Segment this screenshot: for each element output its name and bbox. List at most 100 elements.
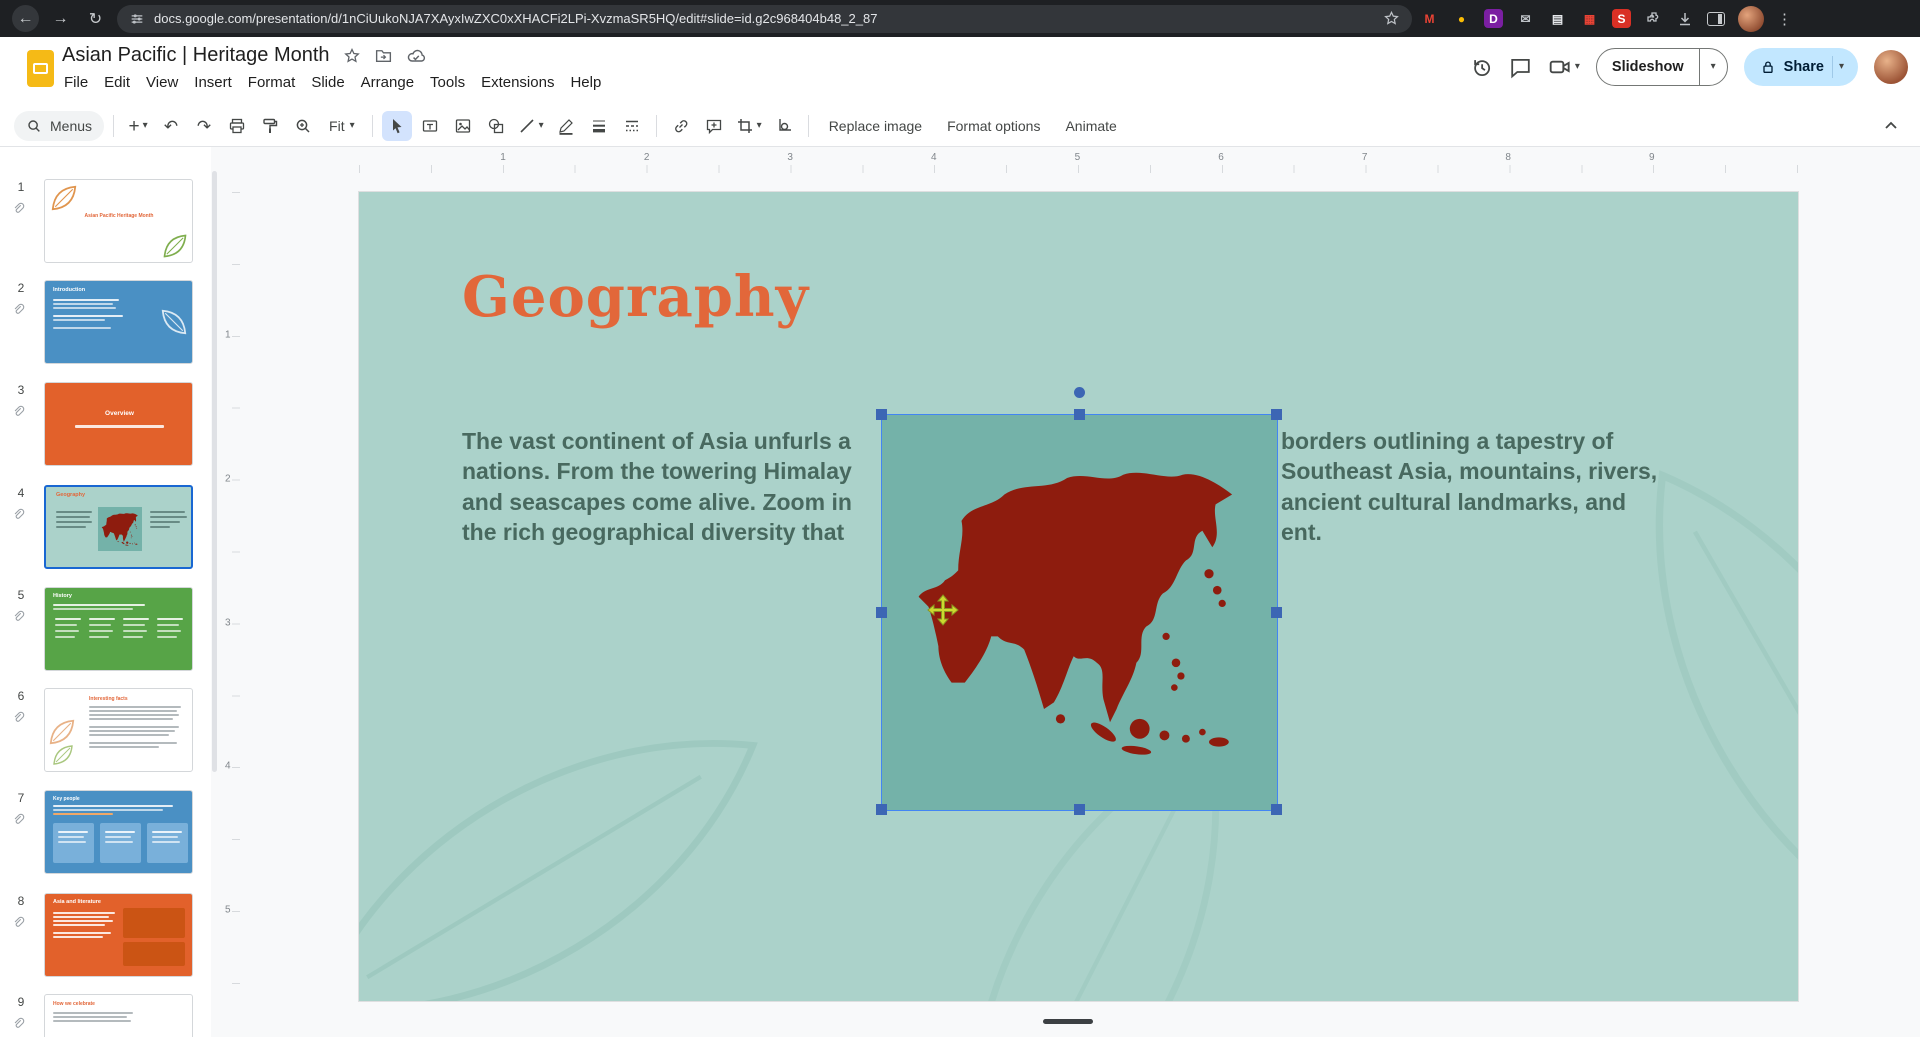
slide-thumbnail-9[interactable]: How we celebrate bbox=[44, 994, 193, 1037]
menu-extensions[interactable]: Extensions bbox=[473, 70, 562, 95]
share-caret-icon[interactable]: ▾ bbox=[1832, 56, 1852, 78]
slide-canvas[interactable]: Geography The vast continent of Asia unf… bbox=[359, 192, 1798, 1001]
browser-profile-avatar[interactable] bbox=[1738, 6, 1764, 32]
animate-button[interactable]: Animate bbox=[1054, 111, 1127, 141]
selection-handle[interactable] bbox=[1271, 409, 1282, 420]
slide-thumbnail-6[interactable]: Interesting facts bbox=[44, 688, 193, 772]
selection-handle[interactable] bbox=[1074, 409, 1085, 420]
menu-view[interactable]: View bbox=[138, 70, 186, 95]
slide-thumbnail-5[interactable]: History bbox=[44, 587, 193, 671]
insert-link-button[interactable] bbox=[666, 111, 696, 141]
extension-icon[interactable]: ● bbox=[1452, 9, 1471, 28]
extension-icon[interactable]: S bbox=[1612, 9, 1631, 28]
slideshow-button[interactable]: Slideshow ▾ bbox=[1596, 48, 1728, 86]
menus-label: Menus bbox=[50, 118, 92, 134]
refresh-button[interactable]: ↻ bbox=[82, 5, 109, 32]
slide-thumbnail-4[interactable]: Geography bbox=[44, 485, 193, 569]
zoom-caret-icon[interactable]: ▾ bbox=[350, 121, 355, 131]
extension-icon[interactable]: ✉ bbox=[1516, 9, 1535, 28]
menu-help[interactable]: Help bbox=[562, 70, 609, 95]
zoom-select[interactable]: Fit▾ bbox=[321, 111, 363, 141]
print-button[interactable] bbox=[222, 111, 252, 141]
extension-icon[interactable]: ▤ bbox=[1548, 9, 1567, 28]
text-box-button[interactable] bbox=[415, 111, 445, 141]
slide-number: 9 bbox=[12, 995, 30, 1009]
select-tool-button[interactable] bbox=[382, 111, 412, 141]
new-slide-caret-icon[interactable]: ▾ bbox=[143, 121, 148, 131]
comments-icon[interactable] bbox=[1509, 56, 1532, 79]
insert-line-button-caret-icon[interactable]: ▾ bbox=[539, 121, 544, 131]
add-comment-button[interactable] bbox=[699, 111, 729, 141]
slide-thumbnail-8[interactable]: Asia and literature bbox=[44, 893, 193, 977]
slide-thumbnail-2[interactable]: Introduction bbox=[44, 280, 193, 364]
menus-search-button[interactable]: Menus bbox=[14, 111, 104, 141]
selected-asia-map-image[interactable] bbox=[882, 415, 1277, 810]
menu-tools[interactable]: Tools bbox=[422, 70, 473, 95]
share-button[interactable]: Share ▾ bbox=[1744, 48, 1858, 86]
menu-arrange[interactable]: Arrange bbox=[353, 70, 422, 95]
slide-row-9: 9 How we celebrate bbox=[0, 994, 211, 1037]
address-bar[interactable]: docs.google.com/presentation/d/1nCiUukoN… bbox=[117, 5, 1412, 33]
back-button[interactable]: ← bbox=[12, 5, 39, 32]
insert-shape-button[interactable] bbox=[481, 111, 511, 141]
mask-image-button[interactable] bbox=[769, 111, 799, 141]
paint-format-button[interactable] bbox=[255, 111, 285, 141]
selection-handle[interactable] bbox=[1271, 607, 1282, 618]
document-title[interactable]: Asian Pacific | Heritage Month bbox=[62, 44, 330, 67]
menu-edit[interactable]: Edit bbox=[96, 70, 138, 95]
menu-file[interactable]: File bbox=[56, 70, 96, 95]
hide-menus-button[interactable] bbox=[1876, 111, 1906, 141]
version-history-icon[interactable] bbox=[1470, 56, 1493, 79]
cloud-saved-icon[interactable] bbox=[406, 46, 426, 66]
border-color-button[interactable] bbox=[551, 111, 581, 141]
forward-button[interactable]: → bbox=[47, 5, 74, 32]
menu-insert[interactable]: Insert bbox=[186, 70, 240, 95]
selection-handle[interactable] bbox=[1074, 804, 1085, 815]
crop-image-button[interactable]: ▾ bbox=[732, 111, 766, 141]
toolbar-divider bbox=[113, 115, 114, 137]
redo-button[interactable]: ↷ bbox=[189, 111, 219, 141]
selection-handle[interactable] bbox=[876, 607, 887, 618]
slide-thumbnail-3[interactable]: Overview bbox=[44, 382, 193, 466]
extension-icon[interactable]: M bbox=[1420, 9, 1439, 28]
new-slide-button[interactable]: +▾ bbox=[123, 111, 153, 141]
extension-icon[interactable]: ▦ bbox=[1580, 9, 1599, 28]
user-avatar[interactable] bbox=[1874, 50, 1908, 84]
insert-line-button[interactable]: ▾ bbox=[514, 111, 548, 141]
extensions-puzzle-icon[interactable] bbox=[1645, 10, 1663, 28]
extension-icon[interactable]: D bbox=[1484, 9, 1503, 28]
star-document-icon[interactable] bbox=[343, 47, 361, 65]
slide-thumbnail-7[interactable]: Key people bbox=[44, 790, 193, 874]
insert-image-button[interactable] bbox=[448, 111, 478, 141]
undo-button[interactable]: ↶ bbox=[156, 111, 186, 141]
crop-image-button-caret-icon[interactable]: ▾ bbox=[757, 121, 762, 131]
downloads-icon[interactable] bbox=[1676, 10, 1694, 28]
site-info-icon[interactable] bbox=[129, 11, 145, 27]
slideshow-caret-icon[interactable]: ▾ bbox=[1699, 49, 1727, 85]
slide-thumbnail-1[interactable]: Asian Pacific Heritage Month bbox=[44, 179, 193, 263]
slide-row-2: 2Introduction bbox=[0, 280, 211, 366]
thumbnail-title: How we celebrate bbox=[53, 1001, 95, 1007]
menu-slide[interactable]: Slide bbox=[303, 70, 352, 95]
horizontal-scrollbar-thumb[interactable] bbox=[1043, 1019, 1093, 1024]
zoom-button[interactable] bbox=[288, 111, 318, 141]
side-panel-icon[interactable] bbox=[1707, 12, 1725, 26]
meet-button[interactable]: ▾ bbox=[1548, 55, 1580, 79]
menu-format[interactable]: Format bbox=[240, 70, 304, 95]
border-weight-button[interactable] bbox=[584, 111, 614, 141]
browser-menu-icon[interactable]: ⋮ bbox=[1777, 10, 1792, 28]
replace-image-button[interactable]: Replace image bbox=[818, 111, 933, 141]
transition-indicator-icon bbox=[11, 710, 25, 724]
rotation-handle[interactable] bbox=[1074, 387, 1085, 398]
selection-handle[interactable] bbox=[1271, 804, 1282, 815]
bookmark-icon[interactable] bbox=[1383, 10, 1400, 27]
selection-handle[interactable] bbox=[876, 409, 887, 420]
filmstrip-scrollbar[interactable] bbox=[212, 171, 217, 772]
border-dash-button[interactable] bbox=[617, 111, 647, 141]
slides-logo-icon[interactable] bbox=[27, 50, 54, 87]
meet-caret-icon[interactable]: ▾ bbox=[1575, 62, 1580, 72]
format-options-button[interactable]: Format options bbox=[936, 111, 1051, 141]
slide-title[interactable]: Geography bbox=[462, 264, 809, 330]
selection-handle[interactable] bbox=[876, 804, 887, 815]
move-folder-icon[interactable] bbox=[374, 46, 393, 65]
